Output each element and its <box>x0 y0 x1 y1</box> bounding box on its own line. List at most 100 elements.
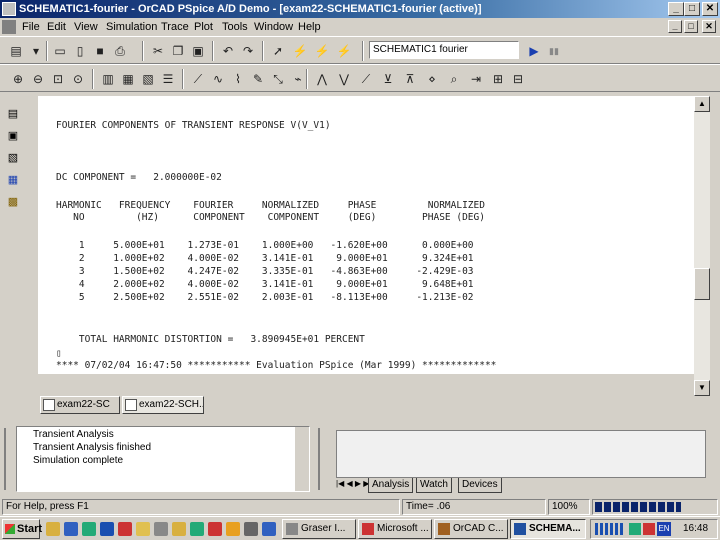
ie-icon[interactable] <box>100 522 114 536</box>
analysis-view[interactable] <box>336 430 706 478</box>
tray-meter-icon[interactable] <box>595 523 625 535</box>
close-button[interactable]: ✕ <box>702 2 718 16</box>
scroll-down-icon[interactable]: ▼ <box>694 380 710 396</box>
menu-edit[interactable]: Edit <box>47 20 66 34</box>
scroll-up-icon[interactable]: ▲ <box>694 96 710 112</box>
print-icon[interactable]: ⎙ <box>112 43 128 59</box>
document-icon[interactable] <box>2 20 16 34</box>
menu-help[interactable]: Help <box>298 20 321 34</box>
quicklaunch-icon[interactable] <box>154 522 168 536</box>
mark-icon[interactable]: ⤡ <box>270 71 286 87</box>
menu-trace[interactable]: Trace <box>161 20 189 34</box>
zoom-in-icon[interactable]: ⊕ <box>10 71 26 87</box>
tray-icon[interactable] <box>643 523 655 535</box>
task-graser[interactable]: Graser I... <box>282 519 356 539</box>
tab-exam22-sc[interactable]: exam22-SC <box>40 396 120 414</box>
tab-analysis[interactable]: Analysis <box>368 478 414 493</box>
cursor-slope-icon[interactable]: ⟋ <box>358 71 374 87</box>
menu-view[interactable]: View <box>74 20 98 34</box>
cursor-max-icon[interactable]: ⊼ <box>402 71 418 87</box>
menu-window[interactable]: Window <box>254 20 293 34</box>
quicklaunch-icon[interactable] <box>244 522 258 536</box>
redo-icon[interactable]: ↷ <box>240 43 256 59</box>
pane-grip[interactable] <box>4 428 14 490</box>
cursor-next-icon[interactable]: ⇥ <box>468 71 484 87</box>
cursor-label-icon[interactable]: ⊞ <box>490 71 506 87</box>
cursor-copy-icon[interactable]: ⊟ <box>510 71 526 87</box>
zoom-fit-icon[interactable]: ⊙ <box>70 71 86 87</box>
fourier-icon[interactable]: ▦ <box>120 71 136 87</box>
bias-icon[interactable]: ▧ <box>5 150 21 166</box>
vertical-scrollbar[interactable]: ▲ ▼ <box>694 96 710 396</box>
quicklaunch-icon[interactable] <box>262 522 276 536</box>
folder-icon[interactable] <box>172 522 186 536</box>
eval-goal-icon[interactable]: ∿ <box>210 71 226 87</box>
add-trace-icon[interactable]: ⟋ <box>190 71 206 87</box>
performance-icon[interactable]: ▧ <box>140 71 156 87</box>
quicklaunch-icon[interactable] <box>46 522 60 536</box>
label-icon[interactable]: ✎ <box>250 71 266 87</box>
pause-icon[interactable]: ▮▮ <box>546 43 562 59</box>
pane-grip[interactable] <box>318 428 328 490</box>
start-button[interactable]: Start <box>2 519 42 539</box>
zoom-area-icon[interactable]: ⊡ <box>50 71 66 87</box>
minimize-button[interactable]: _ <box>668 2 684 16</box>
task-schematic[interactable]: SCHEMA... <box>510 519 586 539</box>
tray-icon[interactable] <box>629 523 641 535</box>
output-file-icon[interactable]: ▦ <box>5 172 21 188</box>
new-icon[interactable]: ▤ <box>8 43 24 59</box>
cut-icon[interactable]: ✂ <box>150 43 166 59</box>
power-marker-icon[interactable]: ⚡ <box>336 43 352 59</box>
copy-icon[interactable]: ❐ <box>170 43 186 59</box>
zoom-out-icon[interactable]: ⊖ <box>30 71 46 87</box>
menu-tools[interactable]: Tools <box>222 20 248 34</box>
waveform-icon[interactable]: ▩ <box>5 194 21 210</box>
cursor-search-icon[interactable]: ⌕ <box>446 71 462 87</box>
quicklaunch-icon[interactable] <box>208 522 222 536</box>
quicklaunch-icon[interactable] <box>64 522 78 536</box>
status-scrollbar[interactable] <box>295 427 309 491</box>
cursor-point-icon[interactable]: ⋄ <box>424 71 440 87</box>
mdi-restore-button[interactable]: □ <box>684 20 698 33</box>
open-icon[interactable]: ▭ <box>52 43 68 59</box>
paste-icon[interactable]: ▣ <box>190 43 206 59</box>
cursor-min-icon[interactable]: ⊻ <box>380 71 396 87</box>
language-indicator[interactable]: EN <box>657 522 671 536</box>
quicklaunch-icon[interactable] <box>226 522 240 536</box>
mdi-close-button[interactable]: ✕ <box>702 20 716 33</box>
mdi-minimize-button[interactable]: _ <box>668 20 682 33</box>
marker-icon[interactable]: ➚ <box>270 43 286 59</box>
tab-watch[interactable]: Watch <box>416 478 452 493</box>
netlist-icon[interactable]: ▣ <box>5 128 21 144</box>
scroll-thumb[interactable] <box>694 268 710 300</box>
menu-simulation[interactable]: Simulation <box>106 20 157 34</box>
quicklaunch-icon[interactable] <box>118 522 132 536</box>
undo-icon[interactable]: ↶ <box>220 43 236 59</box>
quicklaunch-icon[interactable] <box>136 522 150 536</box>
output-file-view[interactable]: FOURIER COMPONENTS OF TRANSIENT RESPONSE… <box>38 96 694 374</box>
menu-plot[interactable]: Plot <box>194 20 213 34</box>
run-icon[interactable]: ▶ <box>526 43 542 59</box>
trace-edit-icon[interactable]: ⌁ <box>290 71 306 87</box>
task-orcad-capture[interactable]: OrCAD C... <box>434 519 508 539</box>
maximize-button[interactable]: □ <box>684 2 700 16</box>
quicklaunch-icon[interactable] <box>190 522 204 536</box>
open-folder-icon[interactable]: ▯ <box>72 43 88 59</box>
save-icon[interactable]: ■ <box>92 43 108 59</box>
task-microsoft[interactable]: Microsoft ... <box>358 519 432 539</box>
schematic-icon[interactable]: ▤ <box>5 106 21 122</box>
cursor-trough-icon[interactable]: ⋁ <box>336 71 352 87</box>
cursor-peak-icon[interactable]: ⋀ <box>314 71 330 87</box>
cursor-icon[interactable]: ⌇ <box>230 71 246 87</box>
current-marker-icon[interactable]: ⚡ <box>314 43 330 59</box>
tab-exam22-sch[interactable]: exam22-SCH... <box>122 396 204 414</box>
log-x-icon[interactable]: ▥ <box>100 71 116 87</box>
app-icon[interactable] <box>2 2 16 16</box>
log-y-icon[interactable]: ☰ <box>160 71 176 87</box>
simulation-profile-select[interactable]: SCHEMATIC1 fourier <box>369 41 519 59</box>
voltage-marker-icon[interactable]: ⚡ <box>292 43 308 59</box>
tab-devices[interactable]: Devices <box>458 478 502 493</box>
quicklaunch-icon[interactable] <box>82 522 96 536</box>
dropdown-arrow-icon[interactable]: ▾ <box>28 43 44 59</box>
tab-scroll-arrows-icon[interactable]: |◀ ◀ ▶ ▶| <box>336 479 371 488</box>
